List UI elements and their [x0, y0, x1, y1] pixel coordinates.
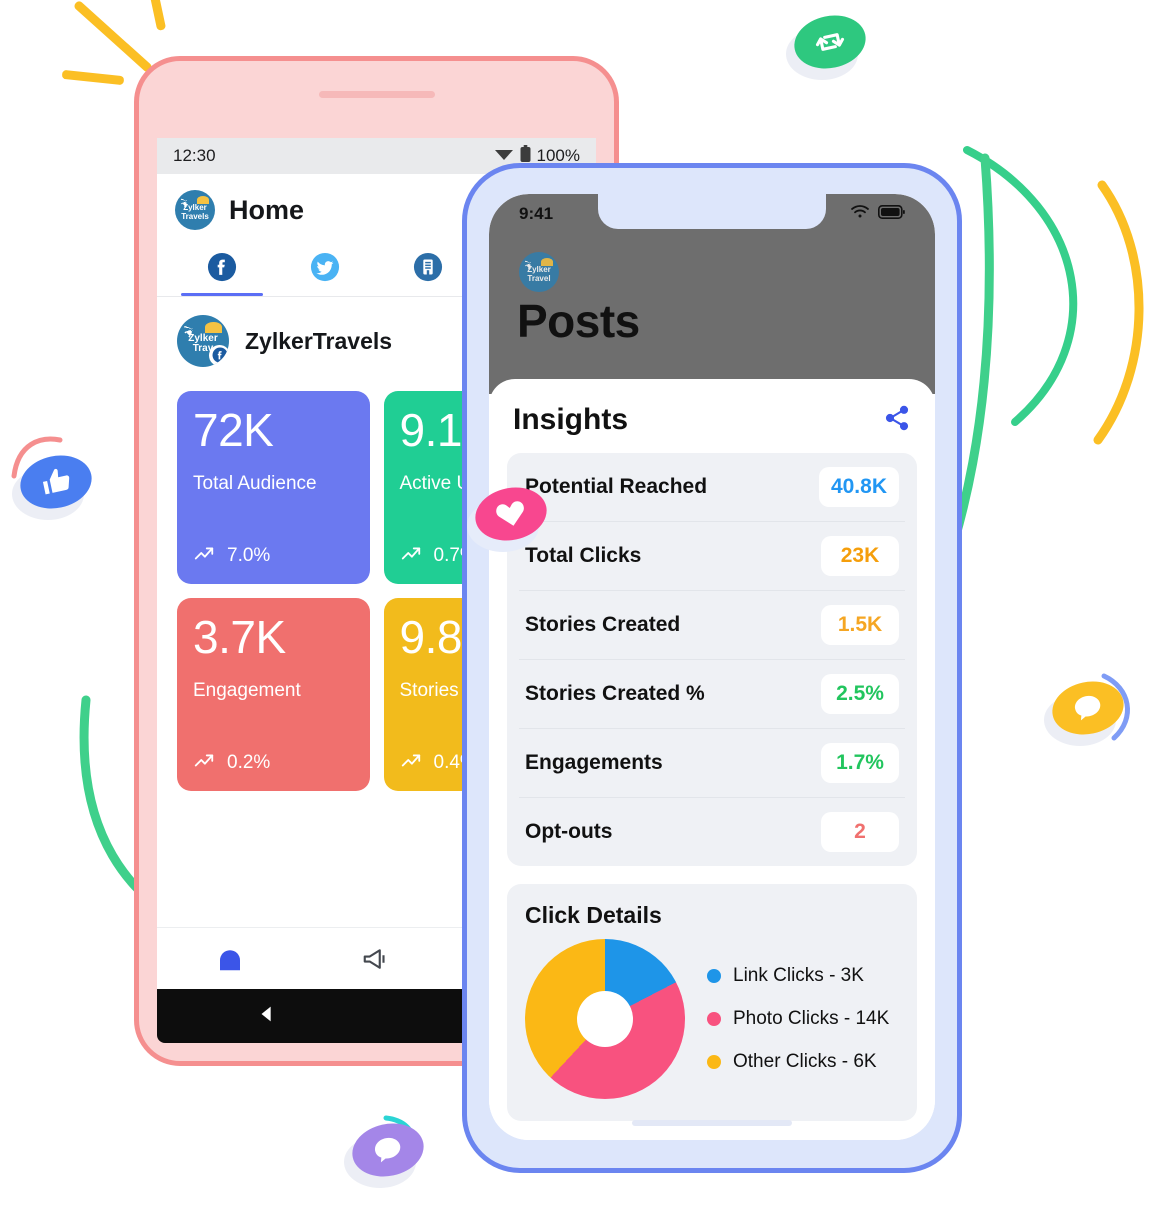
insight-row-stories-created[interactable]: Stories Created 1.5K — [519, 591, 905, 660]
click-details-legend: Link Clicks - 3K Photo Clicks - 14K Othe… — [707, 965, 889, 1073]
system-back-button[interactable] — [256, 1003, 278, 1030]
legend-label: Other Clicks - 6K — [733, 1051, 877, 1072]
yellow-dash-1 — [72, 0, 154, 74]
megaphone-icon — [364, 948, 386, 969]
phone-speaker — [318, 91, 435, 98]
home-icon — [220, 949, 241, 970]
insights-panel: Potential Reached 40.8K Total Clicks 23K… — [507, 453, 917, 866]
green-arc-right — [963, 146, 1078, 426]
insight-value: 23K — [821, 536, 899, 576]
zylker-logo-header: Zylker Travels — [175, 190, 215, 230]
ios-home-indicator — [632, 1120, 792, 1126]
tab-facebook[interactable] — [171, 242, 274, 296]
insights-title: Insights — [513, 403, 629, 436]
metric-delta: 0.2% — [227, 752, 271, 773]
heart-icon — [496, 501, 524, 526]
page-title: Home — [229, 194, 305, 225]
status-time: 9:41 — [519, 204, 554, 223]
yellow-dash-3 — [61, 69, 125, 86]
insight-value: 40.8K — [818, 467, 899, 507]
trend-up-icon — [400, 542, 422, 570]
ios-status-bar: 9:41 — [489, 194, 935, 234]
legend-swatch-photo-clicks — [707, 1012, 721, 1026]
legend-item-other-clicks: Other Clicks - 6K — [707, 1051, 889, 1073]
legend-label: Photo Clicks - 14K — [733, 1008, 890, 1029]
iphone-screen: 9:41 Zylker Travel Posts Insights Potent… — [489, 194, 935, 1140]
insight-value: 2.5% — [821, 674, 899, 714]
chat-bubble-icon — [374, 1137, 401, 1163]
insight-row-stories-created-pct[interactable]: Stories Created % 2.5% — [519, 660, 905, 729]
twitter-icon — [311, 252, 340, 282]
chat-bubble-icon — [1074, 695, 1101, 721]
insight-value: 2 — [821, 812, 899, 852]
insight-row-opt-outs[interactable]: Opt-outs 2 — [519, 798, 905, 866]
account-name: ZylkerTravels — [245, 327, 393, 354]
insight-label: Opt-outs — [525, 820, 613, 843]
posts-title: Posts — [517, 295, 640, 347]
iphone-header: 9:41 Zylker Travel Posts — [489, 194, 935, 394]
insight-row-engagements[interactable]: Engagements 1.7% — [519, 729, 905, 798]
illustration-stage: 12:30 100% Zylker Travels Home Zylker Tr… — [0, 0, 1150, 1206]
linkedin-icon — [413, 252, 442, 282]
facebook-badge-icon — [209, 345, 229, 366]
insight-value: 1.5K — [821, 605, 899, 645]
click-details-donut-chart — [525, 939, 685, 1099]
legend-label: Link Clicks - 3K — [733, 965, 864, 986]
legend-swatch-link-clicks — [707, 969, 721, 983]
wifi-icon — [850, 204, 870, 224]
tab-twitter[interactable] — [274, 242, 377, 296]
yellow-dash-2 — [147, 0, 167, 31]
thumbs-up-icon — [42, 468, 70, 495]
metric-delta: 7.0% — [227, 545, 271, 566]
facebook-icon — [208, 252, 237, 282]
sun-icon — [540, 257, 554, 266]
triangle-back-icon — [261, 1006, 271, 1021]
status-time: 12:30 — [173, 146, 216, 165]
trend-up-icon — [193, 749, 215, 777]
click-details-title: Click Details — [525, 902, 662, 928]
metric-value: 3.7K — [193, 611, 286, 663]
zylker-logo-account: Zylker Trav — [177, 315, 229, 367]
trend-up-icon — [193, 542, 215, 570]
insight-value: 1.7% — [821, 743, 899, 783]
retweet-icon — [815, 33, 845, 51]
sun-icon — [196, 195, 210, 204]
metric-value: 72K — [193, 404, 274, 456]
logo-line2: Travel — [527, 273, 551, 283]
insight-row-total-clicks[interactable]: Total Clicks 23K — [519, 522, 905, 591]
insight-label: Stories Created — [525, 613, 681, 636]
click-details-card: Click Details Link Clicks - 3K Photo Cli… — [507, 884, 917, 1121]
legend-swatch-other-clicks — [707, 1055, 721, 1069]
metric-card-engagement[interactable]: 3.7K Engagement 0.2% — [177, 598, 370, 791]
zylker-logo-ios: Zylker Travel — [519, 252, 559, 292]
insight-row-potential-reached[interactable]: Potential Reached 40.8K — [519, 453, 905, 522]
trend-up-icon — [400, 749, 422, 777]
legend-item-photo-clicks: Photo Clicks - 14K — [707, 1008, 889, 1030]
insights-header: Insights — [507, 399, 917, 453]
logo-line2: Travels — [181, 211, 209, 221]
insight-label: Engagements — [525, 751, 663, 774]
battery-icon — [878, 204, 905, 224]
legend-item-link-clicks: Link Clicks - 3K — [707, 965, 889, 987]
insight-label: Stories Created % — [525, 682, 705, 705]
metric-card-total-audience[interactable]: 72K Total Audience 7.0% — [177, 391, 370, 584]
metric-label: Engagement — [193, 680, 301, 701]
donut-hole — [577, 991, 633, 1047]
insight-label: Total Clicks — [525, 544, 642, 567]
sun-icon — [205, 322, 222, 333]
iphone-body: Insights Potential Reached 40.8K Total C… — [489, 379, 935, 1140]
nav-item-campaigns[interactable] — [303, 944, 449, 974]
share-icon[interactable] — [883, 404, 911, 437]
iphone: 9:41 Zylker Travel Posts Insights Potent… — [462, 163, 962, 1173]
insight-label: Potential Reached — [525, 475, 708, 498]
nav-item-home[interactable] — [157, 944, 303, 974]
metric-label: Total Audience — [193, 473, 317, 494]
